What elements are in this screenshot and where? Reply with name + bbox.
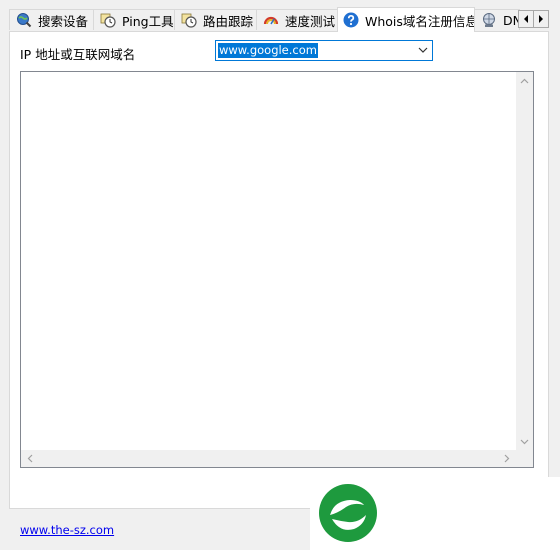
tab-device-search[interactable]: 搜索设备 [9,9,94,30]
globe-search-icon [17,13,32,28]
tab-whois[interactable]: Whois域名注册信息 [337,7,475,32]
help-question-icon [343,12,359,28]
horizontal-scrollbar[interactable] [21,450,516,467]
scrollbar-corner [516,450,533,467]
tab-label: 搜索设备 [38,13,89,29]
tab-label: 路由跟踪 [203,13,254,29]
scroll-down-icon[interactable] [520,437,529,446]
arrow-right-icon [539,15,543,23]
tab-label: Whois域名注册信息 [365,13,475,29]
dns-globe-icon [483,13,495,27]
whois-result-textarea[interactable] [20,71,534,468]
scroll-right-icon[interactable] [502,454,511,463]
leaf-logo-icon [319,484,377,542]
tab-label: 速度测试 [285,13,336,29]
traceroute-clock-icon [181,13,197,28]
speed-gauge-icon [263,16,279,25]
arrow-left-icon [524,15,528,23]
chevron-down-icon[interactable] [418,46,428,54]
vertical-scrollbar[interactable] [516,72,533,450]
tab-scroll-right-button[interactable] [533,10,549,28]
tab-speed-test[interactable]: 速度测试 [256,9,338,30]
scroll-left-icon[interactable] [26,454,35,463]
address-value[interactable]: www.google.com [218,43,318,58]
tab-traceroute[interactable]: 路由跟踪 [174,9,257,30]
ping-clock-icon [100,13,116,28]
address-label: IP 地址或互联网域名 [20,47,136,62]
scroll-up-icon[interactable] [520,77,529,86]
tab-scroll-left-button[interactable] [518,10,534,28]
tab-strip: 搜索设备 Ping工具 路由跟踪 速度测试 Whois域名注册信息 D [0,0,560,32]
website-link[interactable]: www.the-sz.com [20,523,114,537]
tab-dns[interactable]: DN [474,9,520,30]
address-combobox[interactable]: www.google.com [215,40,433,61]
tab-ping[interactable]: Ping工具 [93,9,175,30]
tab-label: Ping工具 [122,13,174,29]
